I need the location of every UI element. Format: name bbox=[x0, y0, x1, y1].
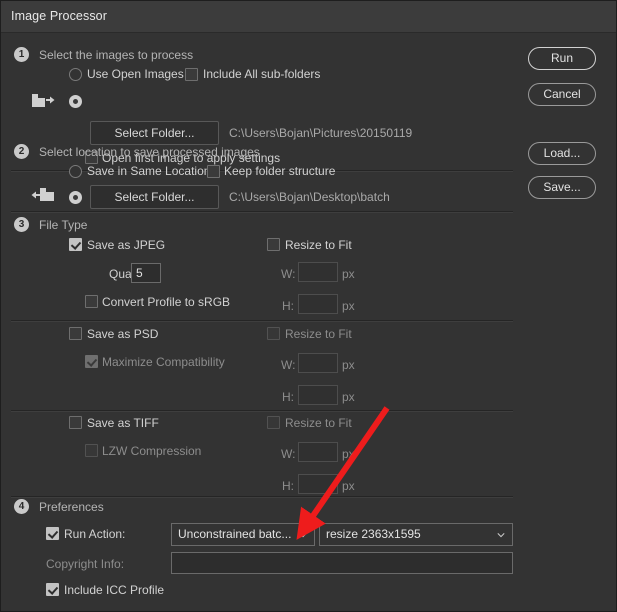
checkbox-lzw-compression[interactable] bbox=[85, 444, 98, 457]
checkbox-maximize-compatibility[interactable] bbox=[85, 355, 98, 368]
label-convert-profile-srgb: Convert Profile to sRGB bbox=[102, 295, 231, 309]
label-psd-resize-to-fit: Resize to Fit bbox=[285, 327, 352, 341]
dropdown-action-set-value: Unconstrained batc... bbox=[178, 527, 292, 541]
radio-save-in-same-location[interactable] bbox=[69, 165, 82, 178]
run-button[interactable]: Run bbox=[528, 47, 596, 70]
label-jpeg-width-px: px bbox=[342, 267, 355, 281]
dest-folder-path: C:\Users\Bojan\Desktop\batch bbox=[229, 190, 390, 204]
separator-psd-tiff bbox=[11, 410, 513, 412]
radio-use-open-images[interactable] bbox=[69, 68, 82, 81]
dropdown-action[interactable]: resize 2363x1595 bbox=[319, 523, 513, 546]
step-3-title: File Type bbox=[39, 218, 88, 232]
input-psd-width[interactable] bbox=[298, 353, 338, 373]
label-psd-width: W: bbox=[281, 358, 296, 372]
label-include-icc-profile: Include ICC Profile bbox=[64, 583, 165, 597]
step-2-badge: 2 bbox=[14, 144, 29, 159]
label-jpeg-height-px: px bbox=[342, 299, 355, 313]
select-folder-button-dest[interactable]: Select Folder... bbox=[90, 185, 219, 209]
checkbox-include-all-subfolders[interactable] bbox=[185, 68, 198, 81]
label-tiff-resize-to-fit: Resize to Fit bbox=[285, 416, 352, 430]
checkbox-run-action[interactable] bbox=[46, 527, 59, 540]
dropdown-action-set[interactable]: Unconstrained batc... bbox=[171, 523, 315, 546]
label-lzw-compression: LZW Compression bbox=[102, 444, 202, 458]
label-psd-width-px: px bbox=[342, 358, 355, 372]
checkbox-include-icc-profile[interactable] bbox=[46, 583, 59, 596]
checkbox-save-as-jpeg[interactable] bbox=[69, 238, 82, 251]
radio-select-folder-dest[interactable] bbox=[69, 191, 82, 204]
chevron-down-icon bbox=[497, 533, 505, 538]
step-4-badge: 4 bbox=[14, 499, 29, 514]
source-folder-path: C:\Users\Bojan\Pictures\20150119 bbox=[229, 126, 413, 140]
folder-in-icon bbox=[31, 185, 55, 206]
label-copyright-info: Copyright Info: bbox=[46, 557, 125, 571]
input-psd-height[interactable] bbox=[298, 385, 338, 405]
label-save-as-jpeg: Save as JPEG bbox=[87, 238, 166, 252]
label-include-all-subfolders: Include All sub-folders bbox=[203, 67, 321, 81]
checkbox-save-as-tiff[interactable] bbox=[69, 416, 82, 429]
select-folder-button-source[interactable]: Select Folder... bbox=[90, 121, 219, 145]
label-tiff-height: H: bbox=[282, 479, 294, 493]
image-processor-dialog: Image Processor 1 Select the images to p… bbox=[0, 0, 617, 612]
label-jpeg-width: W: bbox=[281, 267, 296, 281]
radio-select-folder-source[interactable] bbox=[69, 95, 82, 108]
save-button[interactable]: Save... bbox=[528, 176, 596, 199]
dialog-body: 1 Select the images to process Use Open … bbox=[1, 33, 616, 611]
checkbox-tiff-resize-to-fit[interactable] bbox=[267, 416, 280, 429]
label-psd-height: H: bbox=[282, 390, 294, 404]
separator-3 bbox=[11, 496, 513, 498]
label-save-in-same-location: Save in Same Location bbox=[87, 164, 211, 178]
label-save-as-psd: Save as PSD bbox=[87, 327, 159, 341]
separator-jpeg-psd bbox=[11, 320, 513, 322]
input-copyright-info[interactable] bbox=[171, 552, 513, 574]
folder-out-icon bbox=[31, 93, 55, 114]
checkbox-jpeg-resize-to-fit[interactable] bbox=[267, 238, 280, 251]
window-title: Image Processor bbox=[11, 9, 107, 23]
label-save-as-tiff: Save as TIFF bbox=[87, 416, 159, 430]
label-tiff-width: W: bbox=[281, 447, 296, 461]
load-button[interactable]: Load... bbox=[528, 142, 596, 165]
label-tiff-width-px: px bbox=[342, 447, 355, 461]
separator-2 bbox=[11, 211, 513, 213]
checkbox-save-as-psd[interactable] bbox=[69, 327, 82, 340]
label-psd-height-px: px bbox=[342, 390, 355, 404]
label-maximize-compatibility: Maximize Compatibility bbox=[102, 355, 225, 369]
label-use-open-images: Use Open Images bbox=[87, 67, 184, 81]
checkbox-keep-folder-structure[interactable] bbox=[207, 165, 220, 178]
input-tiff-width[interactable] bbox=[298, 442, 338, 462]
checkbox-convert-profile-srgb[interactable] bbox=[85, 295, 98, 308]
dropdown-action-value: resize 2363x1595 bbox=[326, 527, 421, 541]
cancel-button[interactable]: Cancel bbox=[528, 83, 596, 106]
input-jpeg-height[interactable] bbox=[298, 294, 338, 314]
input-jpeg-quality[interactable]: 5 bbox=[131, 263, 161, 283]
window-titlebar: Image Processor bbox=[1, 1, 616, 33]
label-jpeg-height: H: bbox=[282, 299, 294, 313]
label-run-action: Run Action: bbox=[64, 527, 126, 541]
label-tiff-height-px: px bbox=[342, 479, 355, 493]
step-2-title: Select location to save processed images bbox=[39, 145, 260, 159]
input-tiff-height[interactable] bbox=[298, 474, 338, 494]
step-4-title: Preferences bbox=[39, 500, 104, 514]
step-1-title: Select the images to process bbox=[39, 48, 194, 62]
step-3-badge: 3 bbox=[14, 217, 29, 232]
label-jpeg-resize-to-fit: Resize to Fit bbox=[285, 238, 352, 252]
step-1-badge: 1 bbox=[14, 47, 29, 62]
input-jpeg-width[interactable] bbox=[298, 262, 338, 282]
label-keep-folder-structure: Keep folder structure bbox=[224, 164, 336, 178]
chevron-down-icon bbox=[299, 533, 307, 538]
checkbox-psd-resize-to-fit[interactable] bbox=[267, 327, 280, 340]
